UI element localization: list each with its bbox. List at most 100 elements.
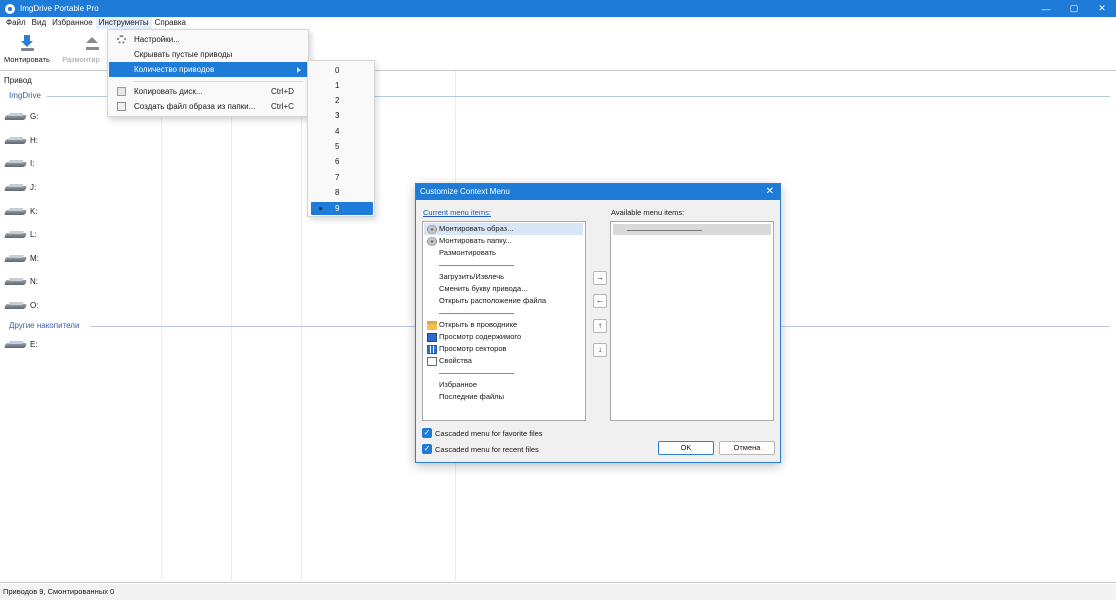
list-item-label: Последние файлы xyxy=(439,392,504,401)
available-items-label: Available menu items: xyxy=(611,208,685,217)
list-item[interactable]: Сменить букву привода... xyxy=(424,283,583,295)
list-item[interactable]: Последние файлы xyxy=(424,391,583,403)
cascade-recent-checkbox[interactable]: ✓ xyxy=(422,444,432,454)
close-icon[interactable]: ✕ xyxy=(766,184,774,200)
list-item[interactable]: Загрузить/Извлечь xyxy=(424,271,583,283)
submenu-item[interactable]: 7 xyxy=(311,171,373,184)
properties-icon xyxy=(427,357,437,366)
list-item[interactable]: —————————— xyxy=(424,367,583,379)
current-items-list[interactable]: Монтировать образ... Монтировать папку..… xyxy=(422,221,586,421)
list-item-label: —————————— xyxy=(439,308,514,317)
group-header-other-drives: Другие накопители xyxy=(9,321,80,330)
submenu-item[interactable]: 1 xyxy=(311,79,373,92)
submenu-item[interactable]: 6 xyxy=(311,155,373,168)
menu-item-drive-count[interactable]: Количество приводов xyxy=(109,62,307,77)
submenu-item[interactable]: 3 xyxy=(311,109,373,122)
menu-file[interactable]: Файл xyxy=(3,17,29,29)
list-item[interactable]: J: xyxy=(5,181,36,193)
list-item[interactable]: O: xyxy=(5,299,38,311)
group-header-imgdrive: ImgDrive xyxy=(9,91,42,100)
drive-icon xyxy=(5,254,27,263)
list-item[interactable]: Открыть в проводнике xyxy=(424,319,583,331)
available-items-list[interactable]: —————————— xyxy=(610,221,774,421)
minimize-icon[interactable]: — xyxy=(1032,0,1060,17)
dialog-title-bar: Customize Context Menu ✕ xyxy=(416,184,780,200)
list-item[interactable]: I: xyxy=(5,157,34,169)
list-item[interactable]: Просмотр секторов xyxy=(424,343,583,355)
list-item[interactable]: M: xyxy=(5,252,39,264)
list-item[interactable]: —————————— xyxy=(424,259,583,271)
menu-item-label: Настройки... xyxy=(134,35,180,44)
unmount-button[interactable]: Размонтир xyxy=(62,35,100,64)
submenu-item-label: 7 xyxy=(335,173,340,182)
drive-letter: K: xyxy=(30,206,38,216)
menu-help[interactable]: Справка xyxy=(152,17,189,29)
list-item[interactable]: E: xyxy=(5,338,38,350)
list-item[interactable]: L: xyxy=(5,228,37,240)
submenu-item-label: 4 xyxy=(335,127,340,136)
move-right-button[interactable]: → xyxy=(593,271,607,285)
submenu-item[interactable]: 4 xyxy=(311,125,373,138)
move-up-button[interactable]: ↑ xyxy=(593,319,607,333)
menu-tools[interactable]: Инструменты xyxy=(95,17,152,29)
list-item[interactable]: Монтировать папку... xyxy=(424,235,583,247)
title-bar: ImgDrive Portable Pro — ▢ ✕ xyxy=(0,0,1116,17)
chevron-right-icon xyxy=(297,67,301,73)
submenu-item-label: 9 xyxy=(335,204,340,213)
list-item[interactable]: Монтировать образ... xyxy=(424,223,583,235)
maximize-icon[interactable]: ▢ xyxy=(1060,0,1088,17)
submenu-item-label: 5 xyxy=(335,142,340,151)
list-item[interactable]: —————————— xyxy=(424,307,583,319)
list-item[interactable]: H: xyxy=(5,134,38,146)
status-text: Приводов 9, Смонтированных 0 xyxy=(3,587,115,596)
submenu-item[interactable]: 2 xyxy=(311,94,373,107)
submenu-item-label: 1 xyxy=(335,81,340,90)
disc-icon xyxy=(427,225,437,234)
menu-bar: Файл Вид Избранное Инструменты Справка xyxy=(0,17,189,29)
list-item[interactable]: G: xyxy=(5,110,38,122)
menu-view[interactable]: Вид xyxy=(29,17,49,29)
menu-favorites[interactable]: Избранное xyxy=(49,17,96,29)
list-item[interactable]: Свойства xyxy=(424,355,583,367)
ok-button[interactable]: OK xyxy=(658,441,714,455)
menu-item-label: Создать файл образа из папки... xyxy=(134,102,256,111)
list-item-label: —————————— xyxy=(439,368,514,377)
move-left-button[interactable]: ← xyxy=(593,294,607,308)
close-icon[interactable]: ✕ xyxy=(1088,0,1116,17)
folder-icon xyxy=(427,321,437,330)
menu-item-hide-empty[interactable]: Скрывать пустые приводы xyxy=(109,47,307,62)
submenu-item[interactable]: 8 xyxy=(311,186,373,199)
list-item-label: Сменить букву привода... xyxy=(439,284,528,293)
cascade-favorites-checkbox[interactable]: ✓ xyxy=(422,428,432,438)
drive-icon xyxy=(5,183,27,192)
current-items-label: Current menu items: xyxy=(423,208,491,217)
drive-letter: M: xyxy=(30,253,39,263)
list-item-label: Свойства xyxy=(439,356,472,365)
list-item[interactable]: Избранное xyxy=(424,379,583,391)
sectors-icon xyxy=(427,345,437,354)
menu-item-copy-disc[interactable]: Копировать диск... Ctrl+D xyxy=(109,84,307,99)
cascade-favorites-label: Cascaded menu for favorite files xyxy=(435,429,543,438)
list-item[interactable]: Размонтировать xyxy=(424,247,583,259)
list-item[interactable]: K: xyxy=(5,205,38,217)
list-item[interactable]: N: xyxy=(5,275,38,287)
list-item-label: Загрузить/Извлечь xyxy=(439,272,505,281)
submenu-item[interactable]: 0 xyxy=(311,64,373,77)
list-item[interactable]: Открыть расположение файла xyxy=(424,295,583,307)
cancel-button[interactable]: Отмена xyxy=(719,441,775,455)
menu-item-settings[interactable]: Настройки... xyxy=(109,32,307,47)
cascade-recent-label: Cascaded menu for recent files xyxy=(435,445,539,454)
column-header-drive[interactable]: Привод xyxy=(4,76,32,85)
create-image-icon xyxy=(117,102,126,111)
submenu-item-selected[interactable]: 9 xyxy=(311,202,373,215)
list-item[interactable]: —————————— xyxy=(613,224,771,235)
submenu-item[interactable]: 5 xyxy=(311,140,373,153)
list-item[interactable]: Просмотр содержимого xyxy=(424,331,583,343)
menu-item-create-image[interactable]: Создать файл образа из папки... Ctrl+C xyxy=(109,99,307,114)
list-item-label: —————————— xyxy=(439,260,514,269)
move-down-button[interactable]: ↓ xyxy=(593,343,607,357)
mount-icon xyxy=(19,35,35,51)
mount-button[interactable]: Монтировать xyxy=(4,35,50,64)
window-controls: — ▢ ✕ xyxy=(1032,0,1116,17)
list-item-label: Открыть в проводнике xyxy=(439,320,518,329)
